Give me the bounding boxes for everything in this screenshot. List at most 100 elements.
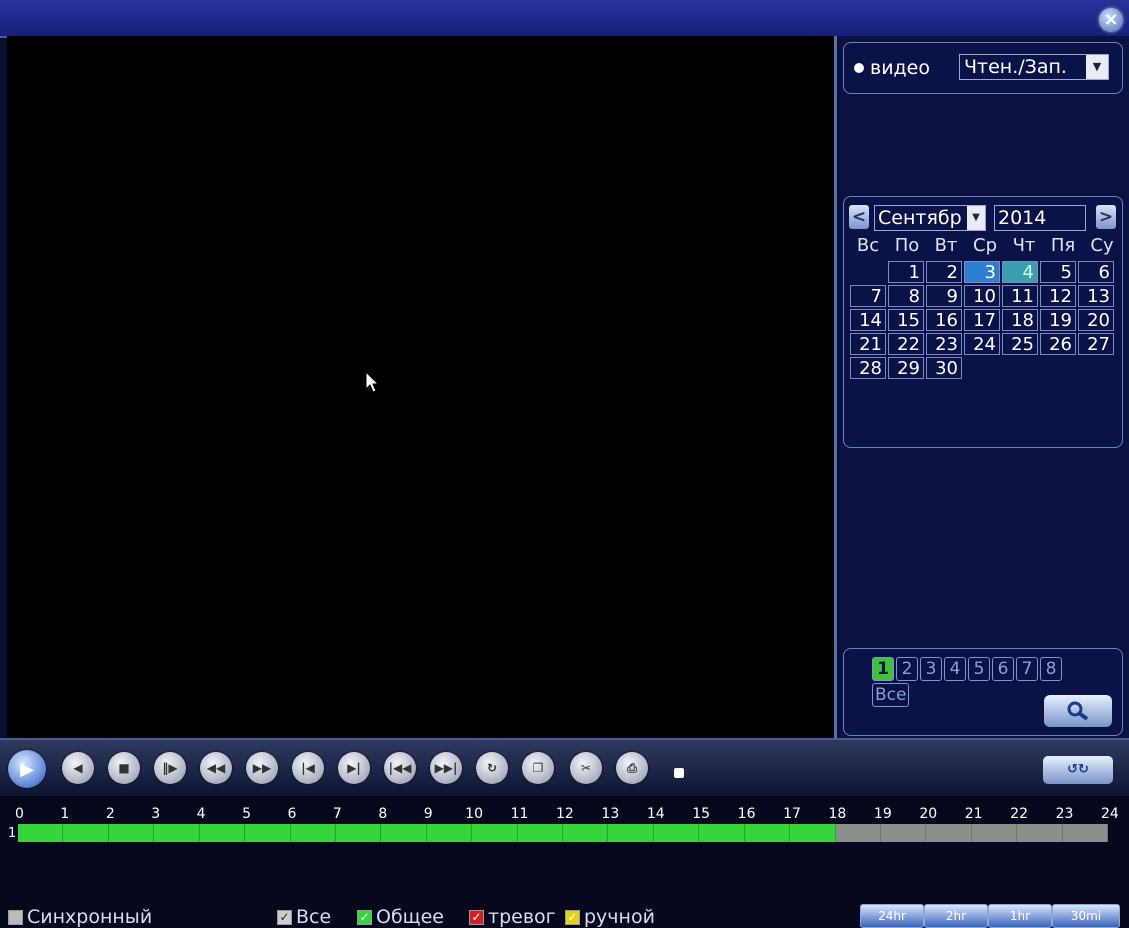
month-dropdown[interactable]: Сентябр ▼ — [874, 205, 986, 231]
calendar-day[interactable]: 6 — [1078, 261, 1114, 283]
hour-segment[interactable] — [790, 824, 836, 842]
zoom-24hr-button[interactable]: 24hr — [860, 904, 924, 928]
hour-segment[interactable] — [971, 824, 1018, 842]
calendar-day[interactable]: 1 — [888, 261, 924, 283]
hour-segment[interactable] — [608, 824, 654, 842]
sync-checkbox[interactable]: Синхронный — [8, 906, 152, 928]
fast-forward-button[interactable]: ▶▶ — [246, 752, 278, 784]
next-month-button[interactable]: > — [1096, 205, 1116, 229]
loop-toggle-button[interactable]: ↻ — [476, 752, 508, 784]
mode-dropdown[interactable]: Чтен./Зап. ▼ — [959, 54, 1109, 80]
channel-button-7[interactable]: 7 — [1016, 657, 1038, 681]
zoom-1hr-button[interactable]: 1hr — [988, 904, 1052, 928]
year-field[interactable]: 2014 — [994, 205, 1086, 231]
calendar-day[interactable]: 7 — [850, 285, 886, 307]
channel-button-1[interactable]: 1 — [872, 657, 894, 681]
chevron-down-icon[interactable]: ▼ — [1086, 55, 1108, 79]
close-button[interactable]: × — [1099, 8, 1123, 32]
hour-segment[interactable] — [63, 824, 109, 842]
hour-segment[interactable] — [1017, 824, 1063, 842]
calendar-day[interactable]: 10 — [964, 285, 1000, 307]
calendar-day[interactable]: 22 — [888, 333, 924, 355]
hour-segment[interactable] — [199, 824, 246, 842]
calendar-day[interactable]: 26 — [1040, 333, 1076, 355]
calendar-day[interactable]: 4 — [1002, 261, 1038, 283]
video-display[interactable] — [7, 36, 834, 738]
calendar-day[interactable]: 18 — [1002, 309, 1038, 331]
hour-segment[interactable] — [563, 824, 609, 842]
hour-segment[interactable] — [335, 824, 382, 842]
calendar-day[interactable]: 27 — [1078, 333, 1114, 355]
slow-button[interactable]: ◀◀ — [200, 752, 232, 784]
prev-file-button[interactable]: |◀◀ — [384, 752, 416, 784]
calendar-day[interactable]: 9 — [926, 285, 962, 307]
hour-segment[interactable] — [108, 824, 155, 842]
calendar-day[interactable]: 19 — [1040, 309, 1076, 331]
clip-button[interactable]: ✂ — [570, 752, 602, 784]
hour-segment[interactable] — [881, 824, 927, 842]
calendar-day[interactable]: 23 — [926, 333, 962, 355]
reverse-play-button[interactable]: ◀ — [62, 752, 94, 784]
hour-segment[interactable] — [517, 824, 564, 842]
calendar-day[interactable]: 13 — [1078, 285, 1114, 307]
next-file-button[interactable]: ▶▶| — [430, 752, 462, 784]
check-icon: ✓ — [469, 909, 484, 925]
fullscreen-button[interactable]: ❐ — [522, 752, 554, 784]
channel-button-6[interactable]: 6 — [992, 657, 1014, 681]
filter-general[interactable]: ✓ Общее — [357, 906, 444, 928]
prev-month-button[interactable]: < — [849, 205, 869, 229]
hour-segment[interactable] — [653, 824, 700, 842]
calendar-day[interactable]: 15 — [888, 309, 924, 331]
calendar-day[interactable]: 30 — [926, 357, 962, 379]
calendar-day[interactable]: 17 — [964, 309, 1000, 331]
filter-all[interactable]: ✓ Все — [277, 906, 331, 928]
hour-segment[interactable] — [154, 824, 200, 842]
channel-button-5[interactable]: 5 — [968, 657, 990, 681]
play-button[interactable]: ▶ — [8, 750, 46, 788]
channel-button-4[interactable]: 4 — [944, 657, 966, 681]
prev-frame-button[interactable]: |◀ — [292, 752, 324, 784]
search-button[interactable] — [1044, 695, 1112, 727]
refresh-button[interactable]: ↺↻ — [1043, 756, 1113, 784]
calendar-day[interactable]: 11 — [1002, 285, 1038, 307]
calendar-day[interactable]: 3 — [964, 261, 1000, 283]
hour-segment[interactable] — [926, 824, 972, 842]
hour-segment[interactable] — [699, 824, 745, 842]
hour-segment[interactable] — [290, 824, 336, 842]
calendar-day[interactable]: 2 — [926, 261, 962, 283]
video-radio[interactable] — [854, 63, 864, 73]
calendar-day[interactable]: 5 — [1040, 261, 1076, 283]
stop-button[interactable]: ■ — [108, 752, 140, 784]
next-frame-button[interactable]: ▶| — [338, 752, 370, 784]
calendar-day[interactable]: 20 — [1078, 309, 1114, 331]
zoom-30mi-button[interactable]: 30mi — [1052, 904, 1120, 928]
hour-segment[interactable] — [835, 824, 882, 842]
calendar-day[interactable]: 14 — [850, 309, 886, 331]
hour-segment[interactable] — [744, 824, 791, 842]
hour-segment[interactable] — [472, 824, 518, 842]
hour-segment[interactable] — [18, 824, 64, 842]
filter-manual[interactable]: ✓ ручной — [565, 906, 655, 928]
pause-button[interactable]: ‖▶ — [154, 752, 186, 784]
calendar-day[interactable]: 28 — [850, 357, 886, 379]
all-channels-button[interactable]: Все — [872, 683, 910, 707]
hour-segment[interactable] — [245, 824, 291, 842]
backup-button[interactable]: ⎙ — [616, 752, 648, 784]
calendar-day[interactable]: 12 — [1040, 285, 1076, 307]
calendar-day[interactable]: 8 — [888, 285, 924, 307]
zoom-2hr-button[interactable]: 2hr — [924, 904, 988, 928]
channel-button-2[interactable]: 2 — [896, 657, 918, 681]
recording-track[interactable] — [18, 824, 1109, 842]
hour-segment[interactable] — [426, 824, 473, 842]
hour-segment[interactable] — [1062, 824, 1109, 842]
hour-segment[interactable] — [381, 824, 427, 842]
filter-alarm[interactable]: ✓ тревог — [469, 906, 556, 928]
chevron-down-icon[interactable]: ▼ — [967, 206, 985, 230]
calendar-day[interactable]: 16 — [926, 309, 962, 331]
calendar-day[interactable]: 21 — [850, 333, 886, 355]
channel-button-8[interactable]: 8 — [1040, 657, 1062, 681]
calendar-day[interactable]: 24 — [964, 333, 1000, 355]
channel-button-3[interactable]: 3 — [920, 657, 942, 681]
calendar-day[interactable]: 25 — [1002, 333, 1038, 355]
calendar-day[interactable]: 29 — [888, 357, 924, 379]
